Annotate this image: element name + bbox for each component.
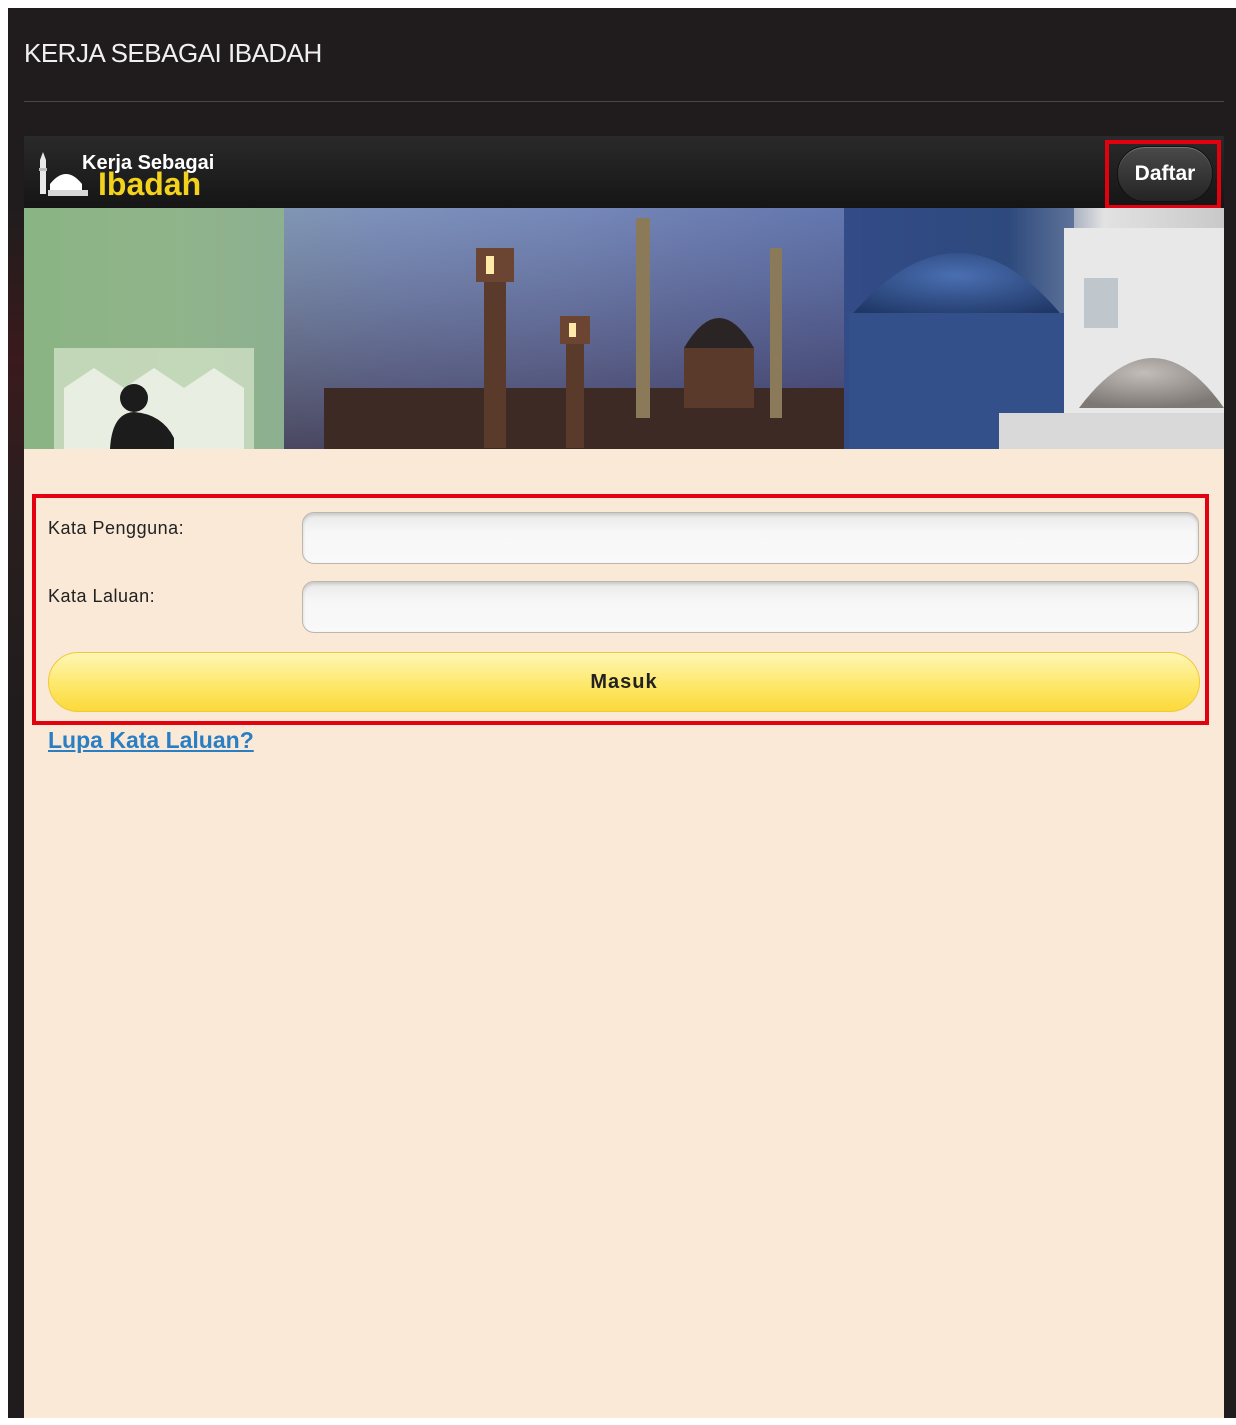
username-label: Kata Pengguna: (48, 518, 185, 538)
mosque-banner-image (24, 208, 1224, 449)
app-frame: KERJA SEBAGAI IBADAH Kerja Sebagai Ibada… (8, 8, 1236, 1418)
app-header-bar: Kerja Sebagai Ibadah Daftar (24, 136, 1224, 209)
app-panel: Kerja Sebagai Ibadah Daftar Kata Penggun… (24, 136, 1224, 1418)
password-input[interactable] (302, 581, 1199, 633)
login-submit-button[interactable]: Masuk (48, 652, 1200, 712)
banner-illustration (24, 208, 1224, 449)
logo-text-main: Ibadah (98, 166, 202, 202)
app-logo[interactable]: Kerja Sebagai Ibadah (36, 142, 236, 202)
password-label: Kata Laluan: (48, 586, 156, 606)
register-button[interactable]: Daftar (1117, 146, 1213, 202)
username-input[interactable] (302, 512, 1199, 564)
page-title: KERJA SEBAGAI IBADAH (24, 38, 322, 68)
title-divider (24, 101, 1224, 102)
forgot-password-link[interactable]: Lupa Kata Laluan? (48, 727, 254, 754)
